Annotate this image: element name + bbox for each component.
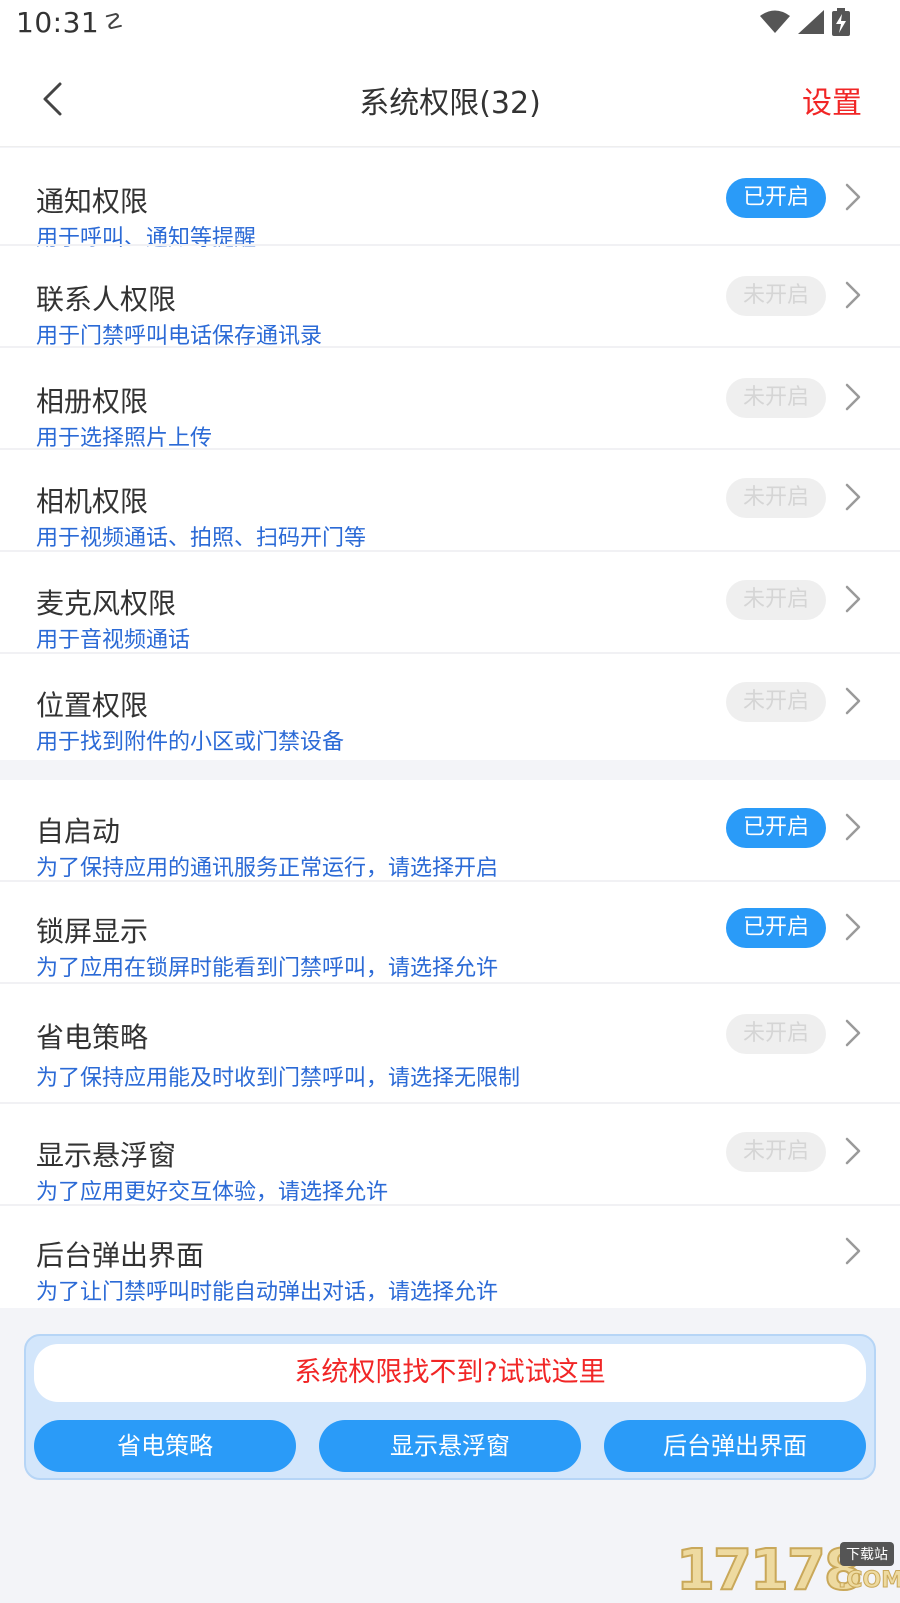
chevron-right-icon <box>845 813 861 841</box>
permission-title: 位置权限 <box>36 689 149 722</box>
permission-row-autostart[interactable]: 自启动 为了保持应用的通讯服务正常运行，请选择开启 已开启 <box>0 780 900 882</box>
permission-title: 相册权限 <box>36 385 149 418</box>
chevron-right-icon <box>845 913 861 941</box>
signal-icon <box>798 10 824 34</box>
status-bar: 10:31 ☡ <box>0 0 900 52</box>
permission-title: 省电策略 <box>36 1021 149 1054</box>
permission-desc: 为了让门禁呼叫时能自动弹出对话，请选择允许 <box>36 1280 499 1305</box>
status-badge: 未开启 <box>726 478 826 518</box>
wifi-icon <box>760 10 790 33</box>
permission-title: 自启动 <box>36 815 121 848</box>
permission-desc: 为了保持应用能及时收到门禁呼叫，请选择无限制 <box>36 1066 521 1091</box>
chevron-right-icon <box>845 585 861 613</box>
permission-row-album[interactable]: 相册权限 用于选择照片上传 未开启 <box>0 348 900 451</box>
permission-title: 显示悬浮窗 <box>36 1139 177 1172</box>
status-badge: 已开启 <box>726 178 826 218</box>
watermark-digits: 17178 <box>675 1537 864 1603</box>
permission-group-system: 通知权限 用于呼叫、通知等提醒 已开启 联系人权限 用于门禁呼叫电话保存通讯录 … <box>0 148 900 760</box>
permission-row-notification[interactable]: 通知权限 用于呼叫、通知等提醒 已开启 <box>0 148 900 251</box>
permission-title: 锁屏显示 <box>36 915 149 948</box>
chevron-right-icon <box>845 281 861 309</box>
permission-title: 联系人权限 <box>36 283 177 316</box>
permission-desc: 为了保持应用的通讯服务正常运行，请选择开启 <box>36 856 499 881</box>
permission-title: 相机权限 <box>36 485 149 518</box>
permission-title: 麦克风权限 <box>36 587 177 620</box>
chevron-right-icon <box>845 183 861 211</box>
permission-group-background: 自启动 为了保持应用的通讯服务正常运行，请选择开启 已开启 锁屏显示 为了应用在… <box>0 780 900 1308</box>
status-badge: 未开启 <box>726 682 826 722</box>
page-title: 系统权限(32) <box>359 86 541 121</box>
status-icons <box>760 8 850 36</box>
permission-row-contacts[interactable]: 联系人权限 用于门禁呼叫电话保存通讯录 未开启 <box>0 246 900 349</box>
status-badge: 未开启 <box>726 276 826 316</box>
watermark-suffix: .COM <box>837 1568 900 1594</box>
permission-desc: 为了应用更好交互体验，请选择允许 <box>36 1180 389 1205</box>
chevron-right-icon <box>845 383 861 411</box>
status-badge: 未开启 <box>726 1014 826 1054</box>
chevron-right-icon <box>845 1237 861 1265</box>
settings-button[interactable]: 设置 <box>802 78 862 122</box>
permission-row-background-popup[interactable]: 后台弹出界面 为了让门禁呼叫时能自动弹出对话，请选择允许 <box>0 1206 900 1308</box>
help-card: 系统权限找不到?试试这里 省电策略 显示悬浮窗 后台弹出界面 <box>24 1334 876 1480</box>
permission-row-floating-window[interactable]: 显示悬浮窗 为了应用更好交互体验，请选择允许 未开启 <box>0 1104 900 1206</box>
permission-desc: 用于音视频通话 <box>36 628 191 653</box>
permission-desc: 用于视频通话、拍照、扫码开门等 <box>36 526 367 551</box>
power-saving-shortcut-button[interactable]: 省电策略 <box>34 1420 296 1472</box>
permission-row-location[interactable]: 位置权限 用于找到附件的小区或门禁设备 未开启 <box>0 654 900 760</box>
permission-row-microphone[interactable]: 麦克风权限 用于音视频通话 未开启 <box>0 552 900 654</box>
permission-desc: 为了应用在锁屏时能看到门禁呼叫，请选择允许 <box>36 956 499 981</box>
background-popup-shortcut-button[interactable]: 后台弹出界面 <box>604 1420 866 1472</box>
status-badge: 未开启 <box>726 580 826 620</box>
permission-row-camera[interactable]: 相机权限 用于视频通话、拍照、扫码开门等 未开启 <box>0 450 900 552</box>
floating-window-shortcut-button[interactable]: 显示悬浮窗 <box>319 1420 581 1472</box>
usb-icon: ☡ <box>104 10 124 35</box>
permission-row-lockscreen[interactable]: 锁屏显示 为了应用在锁屏时能看到门禁呼叫，请选择允许 已开启 <box>0 882 900 984</box>
status-time: 10:31 <box>16 6 100 39</box>
permission-title: 通知权限 <box>36 185 149 218</box>
chevron-right-icon <box>845 483 861 511</box>
permission-row-power-saving[interactable]: 省电策略 为了保持应用能及时收到门禁呼叫，请选择无限制 未开启 <box>0 984 900 1104</box>
chevron-right-icon <box>845 1019 861 1047</box>
watermark-logo: 17178 下载站 .COM <box>675 1537 900 1603</box>
status-badge: 未开启 <box>726 378 826 418</box>
watermark-tag: 下载站 <box>840 1542 894 1566</box>
help-banner-link[interactable]: 系统权限找不到?试试这里 <box>34 1344 866 1402</box>
status-badge: 未开启 <box>726 1132 826 1172</box>
app-header: 系统权限(32) 设置 <box>0 52 900 147</box>
status-badge: 已开启 <box>726 808 826 848</box>
permission-title: 后台弹出界面 <box>36 1239 205 1272</box>
chevron-right-icon <box>845 1137 861 1165</box>
status-badge: 已开启 <box>726 908 826 948</box>
chevron-right-icon <box>845 687 861 715</box>
permission-desc: 用于找到附件的小区或门禁设备 <box>36 730 345 755</box>
battery-charging-icon <box>832 8 850 36</box>
